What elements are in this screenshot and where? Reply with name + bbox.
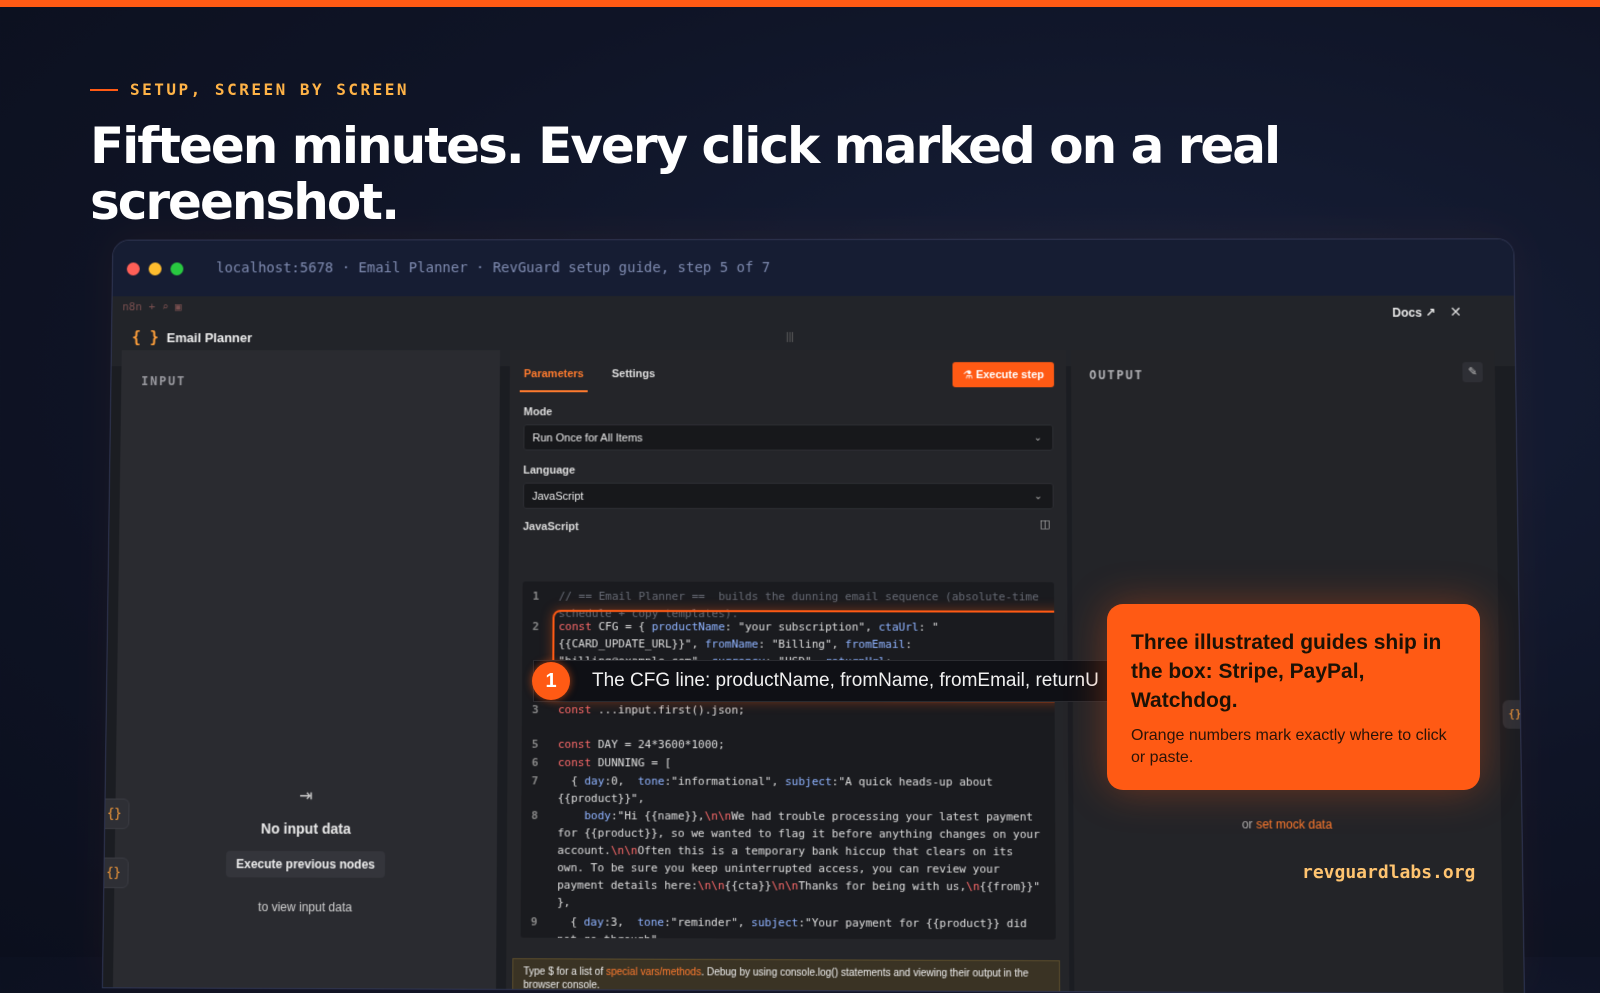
- code-line: 5 const DAY = 24*3600*1000;: [522, 736, 1055, 752]
- code-text: { day:0, tone:"informational", subject:"…: [557, 774, 1000, 806]
- code-braces-icon: { }: [131, 328, 159, 347]
- maximize-window-dot[interactable]: [170, 261, 184, 275]
- language-select[interactable]: JavaScript ⌄: [523, 482, 1054, 510]
- mode-select[interactable]: Run Once for All Items ⌄: [523, 424, 1054, 451]
- mode-value: Run Once for All Items: [532, 432, 643, 445]
- editor-hint: Type $ for a list of special vars/method…: [512, 958, 1061, 993]
- step-tooltip: 1 The CFG line: productName, fromName, f…: [532, 660, 1110, 702]
- params-tabs: Parameters Settings: [519, 368, 655, 393]
- execute-previous-nodes-button[interactable]: Execute previous nodes: [225, 850, 386, 878]
- close-window-dot[interactable]: [126, 261, 140, 275]
- mode-label: Mode: [523, 406, 553, 419]
- line-number: 3: [531, 703, 539, 717]
- code-node-icon[interactable]: {}: [1502, 700, 1524, 729]
- code-line: 1// == Email Planner == builds the dunni…: [523, 588, 1054, 621]
- code-text: const DUNNING = [: [557, 755, 672, 770]
- code-label: JavaScript: [522, 520, 579, 534]
- eyebrow-text: SETUP, SCREEN BY SCREEN: [130, 80, 410, 99]
- line-number: 2: [532, 619, 540, 634]
- input-panel-title: INPUT: [141, 374, 187, 389]
- execute-step-button[interactable]: ⚗ Execute step: [952, 362, 1055, 388]
- code-line: 7 { day:0, tone:"informational", subject…: [522, 772, 1055, 805]
- headline: Fifteen minutes. Every click marked on a…: [90, 117, 1281, 231]
- set-mock-data-link[interactable]: set mock data: [1256, 817, 1332, 832]
- expand-editor-icon[interactable]: ◫: [1040, 517, 1051, 530]
- special-vars-link[interactable]: special vars/methods: [606, 967, 701, 979]
- code-line: 9 { day:3, tone:"reminder", subject:"You…: [521, 913, 1056, 940]
- output-panel-title: OUTPUT: [1089, 368, 1144, 383]
- pencil-icon[interactable]: ✎: [1462, 362, 1483, 383]
- line-number: 5: [531, 737, 539, 751]
- code-line: 6 const DUNNING = [: [522, 754, 1055, 770]
- chevron-down-icon: ⌄: [1033, 432, 1043, 444]
- no-input-subtext: to view input data: [257, 899, 353, 915]
- no-input-title: No input data: [260, 820, 351, 837]
- language-value: JavaScript: [532, 490, 584, 503]
- eyebrow: SETUP, SCREEN BY SCREEN: [90, 80, 409, 99]
- line-number: 8: [531, 808, 539, 823]
- docs-link[interactable]: Docs ↗: [1392, 306, 1435, 320]
- empty-input-state: ⇥ No input data Execute previous nodes t…: [114, 785, 497, 915]
- top-accent-bar: [0, 0, 1600, 7]
- mock-data-prompt: or set mock data: [1073, 817, 1501, 833]
- line-number: 7: [531, 774, 539, 788]
- feature-callout: Three illustrated guides ship in the box…: [1107, 604, 1480, 790]
- hint-text: Type $ for a list of: [523, 966, 607, 979]
- tab-parameters[interactable]: Parameters: [519, 368, 588, 393]
- tab-settings[interactable]: Settings: [612, 368, 655, 392]
- mock-prefix: or: [1241, 817, 1257, 832]
- line-number: 9: [530, 915, 538, 929]
- browser-url: localhost:5678 · Email Planner · RevGuar…: [216, 260, 771, 277]
- docs-label: Docs: [1392, 305, 1422, 320]
- arrow-right-to-bar-icon: ⇥: [299, 787, 313, 806]
- code-text: { day:3, tone:"reminder", subject:"Your …: [556, 915, 1034, 940]
- close-icon[interactable]: ✕: [1450, 304, 1462, 321]
- language-label: Language: [523, 464, 576, 477]
- browser-titlebar: localhost:5678 · Email Planner · RevGuar…: [112, 239, 1515, 298]
- execute-step-label: Execute step: [975, 369, 1044, 382]
- callout-subtext: Orange numbers mark exactly where to cli…: [1131, 727, 1447, 766]
- flask-icon: ⚗: [962, 369, 973, 382]
- line-number: 6: [531, 755, 539, 770]
- external-link-icon: ↗: [1425, 305, 1436, 320]
- step-number-badge: 1: [532, 662, 570, 700]
- code-text: const DAY = 24*3600*1000;: [557, 737, 725, 752]
- tooltip-text: The CFG line: productName, fromName, fro…: [592, 670, 1099, 691]
- chevron-down-icon: ⌄: [1034, 491, 1043, 503]
- node-title: { } Email Planner: [132, 328, 253, 346]
- app-tab-icons: n8n + ⌕ ▣: [122, 300, 182, 314]
- input-panel: INPUT {} {} ⇥ No input data Execute prev…: [102, 350, 501, 993]
- code-text: body:"Hi {{name}},\n\nWe had trouble pro…: [557, 809, 1047, 910]
- line-number: 1: [532, 589, 540, 603]
- callout-heading: Three illustrated guides ship in the box…: [1131, 631, 1442, 712]
- drag-handle[interactable]: |||: [770, 332, 810, 343]
- minimize-window-dot[interactable]: [148, 261, 162, 275]
- eyebrow-dash: [90, 88, 118, 91]
- site-url[interactable]: revguardlabs.org: [1302, 862, 1475, 883]
- code-editor[interactable]: 9 { day:3, tone:"reminder", subject:"You…: [520, 581, 1056, 940]
- node-name: Email Planner: [166, 329, 253, 345]
